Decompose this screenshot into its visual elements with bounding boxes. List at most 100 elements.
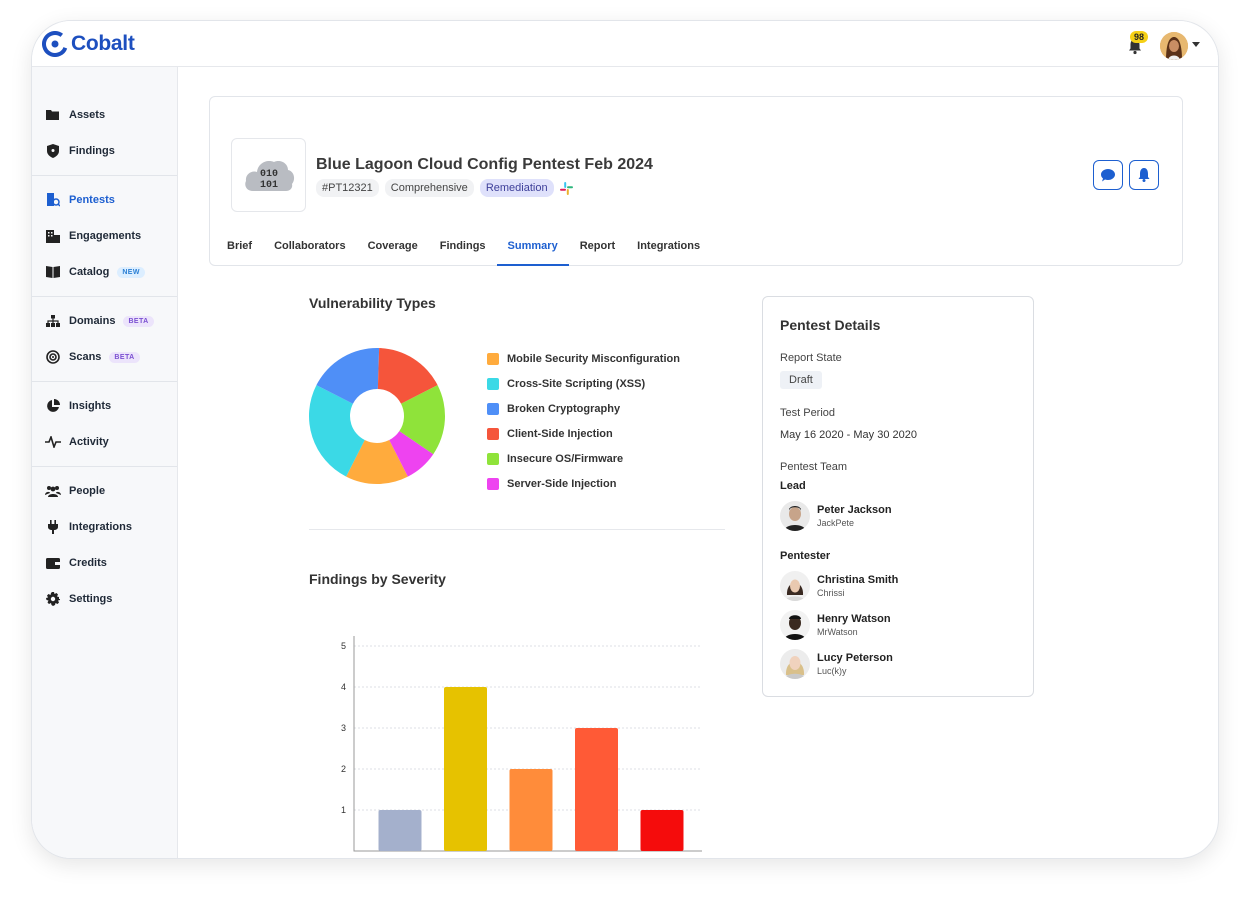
pentest-id-chip: #PT12321 [316,179,379,197]
legend-item: Mobile Security Misconfiguration [487,346,680,371]
report-state-badge: Draft [780,371,822,389]
bar-medium[interactable] [509,769,553,851]
pentest-team-label: Pentest Team [780,461,848,473]
user-menu-chevron-down-icon[interactable] [1192,42,1200,47]
sidebar-item-label: Integrations [69,521,132,533]
member-handle: JackPete [817,518,855,528]
avatar [780,610,810,640]
team-member-lead[interactable]: Peter Jackson JackPete [780,501,892,531]
bar-high[interactable] [575,728,618,851]
legend-swatch [487,377,499,390]
pentest-type-chip: Comprehensive [384,179,474,197]
comments-button[interactable] [1093,160,1123,190]
legend-item: Server-Side Injection [487,471,680,496]
pie-chart-icon [45,398,61,414]
sidebar-group-1: Assets Findings [32,67,177,176]
sidebar-item-label: Findings [69,145,115,157]
pentest-state-chip: Remediation [479,179,554,197]
sidebar-item-label: Catalog [69,266,110,278]
notifications-button[interactable] [1129,160,1159,190]
bar-infor[interactable] [378,810,422,851]
bar-critical[interactable] [640,810,684,851]
avatar [780,571,810,601]
team-member[interactable]: Henry Watson MrWatson [780,610,891,640]
pentest-doc-icon [45,192,61,208]
sidebar-group-4: Insights Activity [32,382,177,467]
thumb-binary-bottom: 101 [259,180,277,191]
pentester-label: Pentester [780,550,831,562]
sidebar-item-credits[interactable]: Credits [32,545,177,581]
sidebar-item-catalog[interactable]: Catalog NEW [32,254,177,290]
bar-low[interactable] [444,687,487,851]
sidebar-item-label: Pentests [69,194,115,206]
folder-icon [45,107,61,123]
section-divider [309,529,725,530]
pentest-tabs: Brief Collaborators Coverage Findings Su… [216,230,711,266]
sidebar-item-pentests[interactable]: Pentests [32,182,177,218]
activity-pulse-icon [45,434,61,450]
legend-label: Broken Cryptography [507,402,621,415]
sidebar-group-3: Domains BETA Scans BETA [32,297,177,382]
lead-label: Lead [780,480,806,492]
pentest-chips: #PT12321 Comprehensive Remediation [316,179,573,197]
legend-label: Server-Side Injection [507,477,617,490]
tab-brief[interactable]: Brief [216,230,263,266]
details-title: Pentest Details [780,317,881,333]
sidebar-item-label: People [69,485,106,497]
cobalt-logo[interactable]: Cobalt [42,31,135,57]
sidebar-item-activity[interactable]: Activity [32,424,177,460]
test-period-label: Test Period [780,407,836,419]
avatar [780,501,810,531]
sidebar-item-label: Scans [69,351,102,363]
tab-collaborators[interactable]: Collaborators [263,230,357,266]
member-name: Christina Smith [817,574,899,586]
sidebar-item-settings[interactable]: Settings [32,581,177,617]
y-tick-label: 3 [341,723,346,733]
chat-bubble-icon [1101,168,1115,181]
test-period-value: May 16 2020 - May 30 2020 [780,429,917,441]
beta-tag: BETA [123,315,154,327]
y-tick-label: 4 [341,682,346,692]
sidebar-item-integrations[interactable]: Integrations [32,509,177,545]
team-member[interactable]: Lucy Peterson Luc(k)y [780,649,893,679]
legend-swatch [487,402,499,415]
sitemap-icon [45,313,61,329]
legend-item: Client-Side Injection [487,421,680,446]
sidebar-item-people[interactable]: People [32,473,177,509]
sidebar-item-label: Insights [69,400,112,412]
tab-integrations[interactable]: Integrations [626,230,711,266]
binary-cloud-icon: 010 101 [244,160,294,191]
tab-coverage[interactable]: Coverage [357,230,429,266]
member-handle: MrWatson [817,627,858,637]
avatar [780,649,810,679]
sidebar-item-domains[interactable]: Domains BETA [32,303,177,339]
tab-report[interactable]: Report [569,230,626,266]
legend-label: Mobile Security Misconfiguration [507,352,680,365]
member-handle: Chrissi [817,588,845,598]
sidebar-item-scans[interactable]: Scans BETA [32,339,177,375]
vulnerability-types-title: Vulnerability Types [309,295,436,311]
sidebar-item-insights[interactable]: Insights [32,388,177,424]
team-member[interactable]: Christina Smith Chrissi [780,571,898,601]
wallet-icon [45,555,61,571]
tab-findings[interactable]: Findings [429,230,497,266]
slack-icon[interactable] [559,181,573,195]
sidebar-group-5: People Integrations Credits Settings [32,467,177,623]
sidebar-item-assets[interactable]: Assets [32,97,177,133]
vulnerability-types-legend: Mobile Security Misconfiguration Cross-S… [487,346,680,496]
brand-name: Cobalt [71,32,135,55]
gear-icon [45,591,61,607]
sidebar-item-engagements[interactable]: Engagements [32,218,177,254]
app-window: Cobalt 98 Assets Findings Pentests Engag… [31,20,1219,859]
thumb-binary-top: 010 [259,169,277,180]
legend-item: Broken Cryptography [487,396,680,421]
new-tag: NEW [117,266,145,278]
sidebar-item-label: Activity [69,436,109,448]
user-avatar[interactable] [1160,32,1188,60]
findings-by-severity-bar-chart: 12345Infor.LowMediumHighCritical [341,636,702,852]
legend-item: Cross-Site Scripting (XSS) [487,371,680,396]
target-icon [45,349,61,365]
y-tick-label: 5 [341,641,346,651]
sidebar-item-findings[interactable]: Findings [32,133,177,169]
tab-summary[interactable]: Summary [496,230,569,266]
